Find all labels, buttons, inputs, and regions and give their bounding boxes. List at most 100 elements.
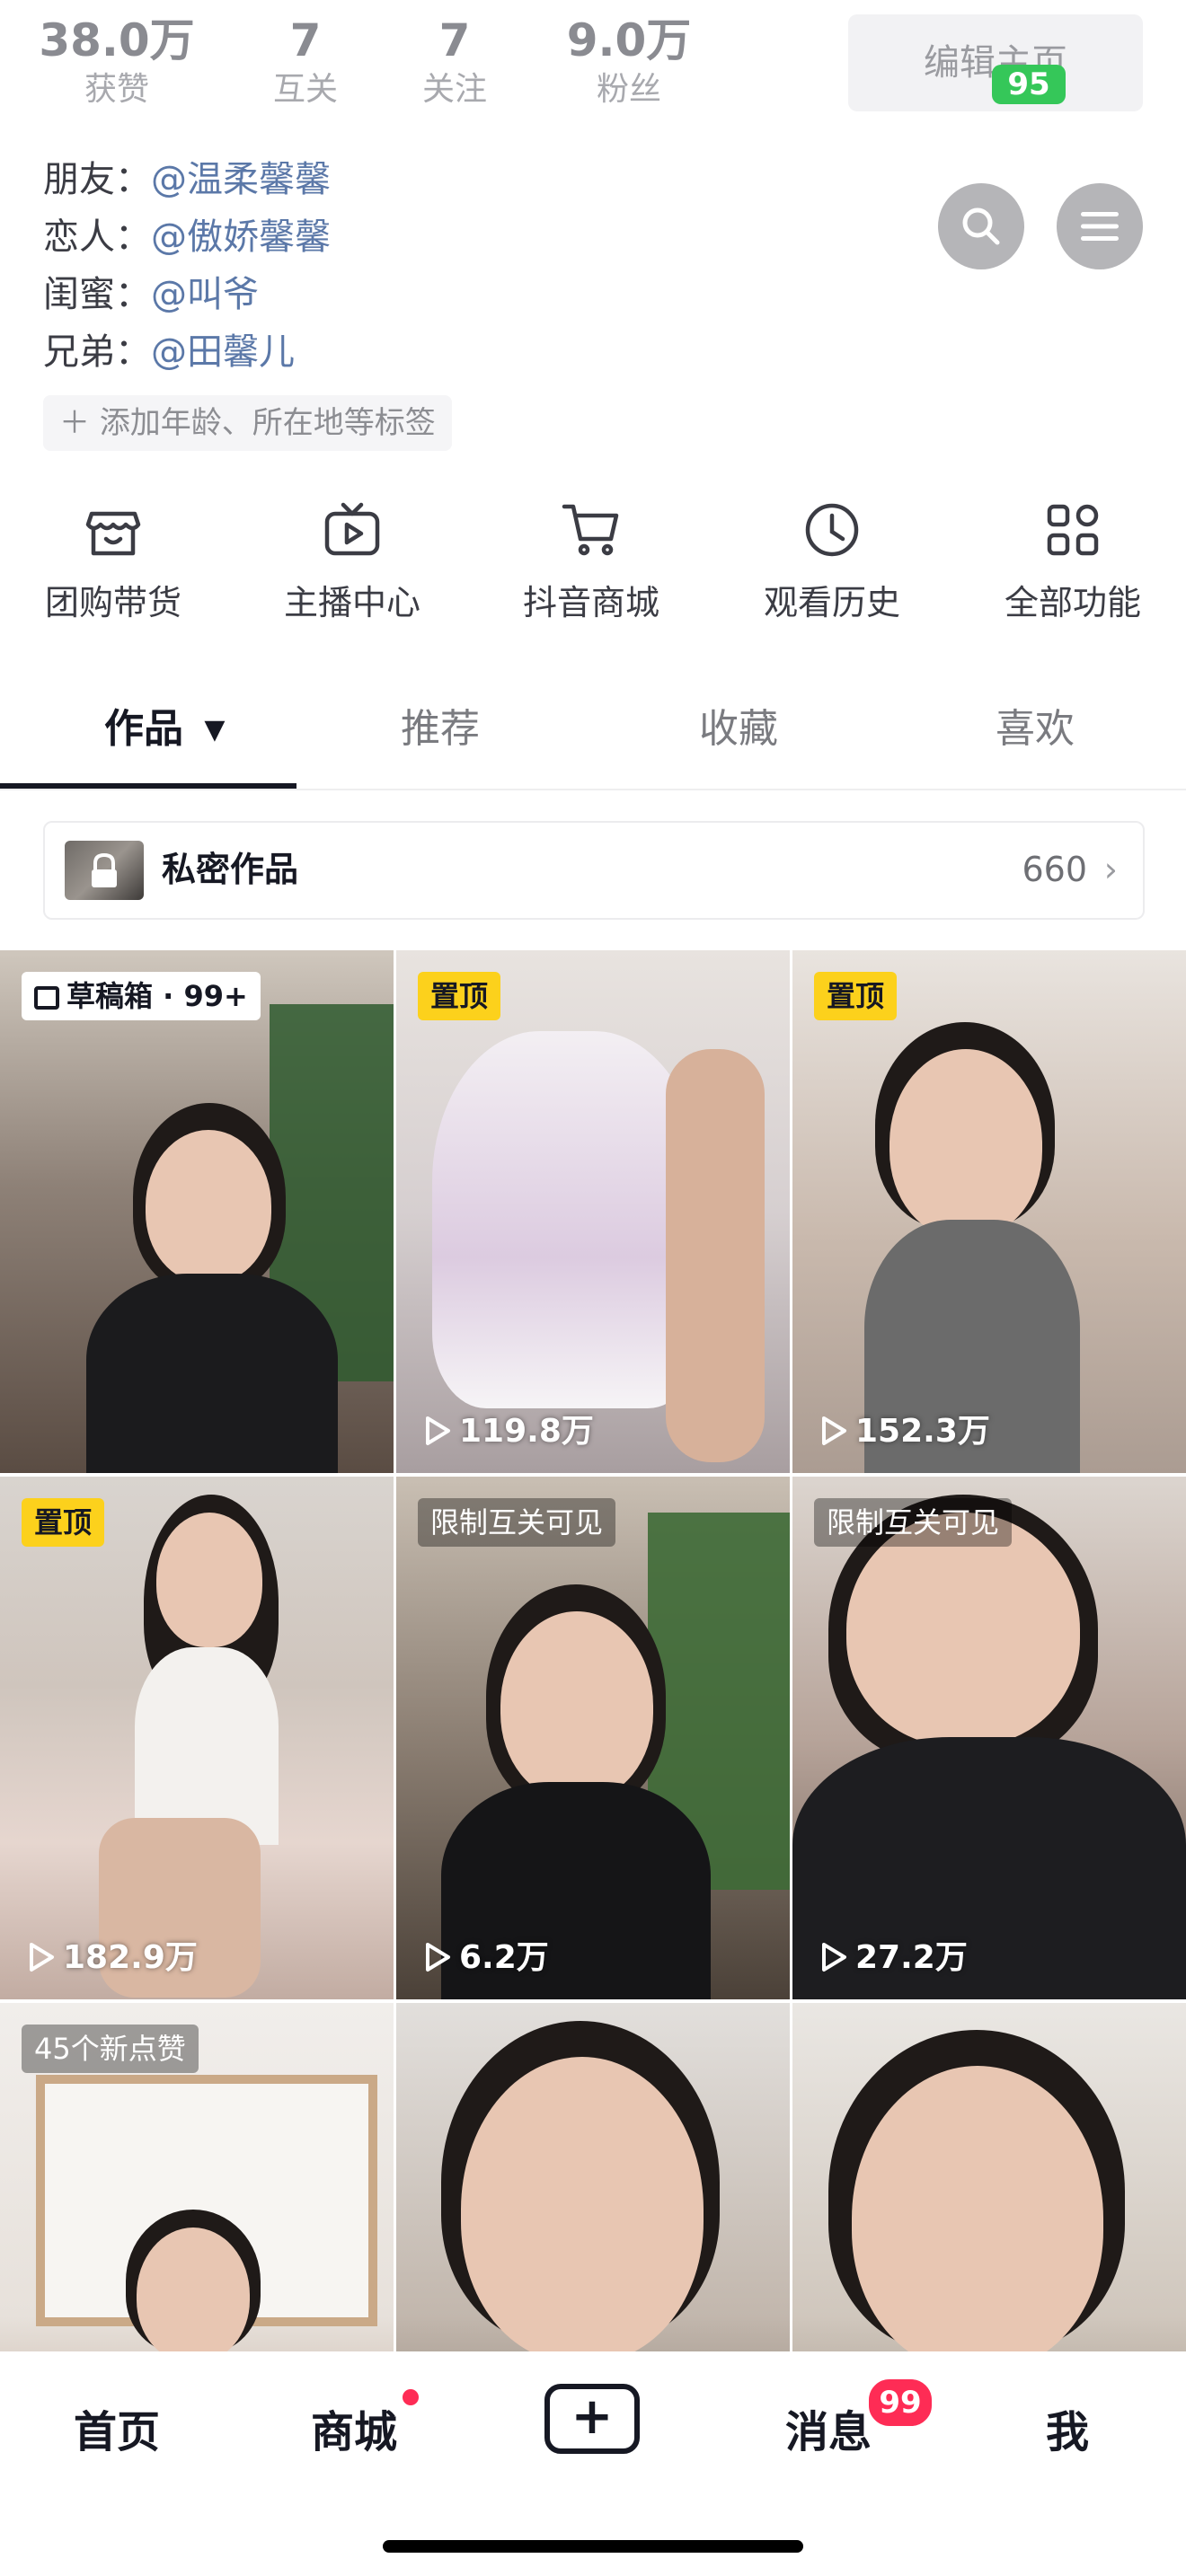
tab-likes[interactable]: 喜欢 [996, 701, 1075, 758]
play-icon [822, 1943, 846, 1972]
nav-home[interactable]: 首页 [74, 2396, 160, 2459]
relation-partner: 恋人：@傲娇馨馨 [43, 212, 331, 262]
play-icon [822, 1416, 846, 1445]
video-cell[interactable]: 置顶 182.9万 [0, 1477, 394, 1999]
relation-role: 恋人： [43, 216, 151, 258]
func-group-buy[interactable]: 团购带货 [23, 499, 203, 624]
thumbnail-face [846, 1513, 1080, 1746]
nav-mall[interactable]: 商城 [311, 2396, 397, 2459]
pinned-badge: 置顶 [814, 972, 898, 1020]
thumbnail-face [890, 1049, 1042, 1238]
func-label: 抖音商城 [522, 583, 659, 622]
video-cell[interactable]: 置顶 152.3万 [792, 950, 1186, 1473]
relation-role: 兄弟： [43, 331, 151, 373]
nav-messages[interactable]: 消息 [785, 2396, 872, 2459]
hamburger-icon [1081, 212, 1119, 241]
play-count-value: 6.2万 [459, 1939, 549, 1976]
relation-link[interactable]: @叫爷 [151, 274, 259, 315]
play-count: 6.2万 [423, 1936, 549, 1980]
thumbnail-face [156, 1513, 262, 1647]
thumbnail-face [137, 2228, 250, 2362]
pinned-badge: 置顶 [22, 1498, 105, 1547]
relation-link[interactable]: @田馨儿 [151, 331, 295, 373]
create-button[interactable]: + [544, 2384, 640, 2454]
home-indicator [383, 2540, 803, 2553]
tab-favorites[interactable]: 收藏 [699, 701, 778, 758]
nav-me[interactable]: 我 [1046, 2396, 1089, 2459]
play-count-value: 119.8万 [459, 1413, 594, 1450]
stat-mutual-label: 互关 [272, 71, 338, 108]
stat-following-label: 关注 [421, 71, 487, 108]
relation-link[interactable]: @傲娇馨馨 [151, 216, 331, 258]
stat-followers[interactable]: 9.0万 粉丝 [548, 13, 710, 111]
play-icon [426, 1416, 450, 1445]
relation-bestie: 闺蜜：@叫爷 [43, 269, 259, 320]
tab-works[interactable]: 作品 ▼ [104, 701, 225, 759]
stat-likes[interactable]: 38.0万 获赞 [36, 13, 198, 111]
store-icon [85, 511, 141, 556]
search-icon [962, 207, 1000, 245]
search-button[interactable] [938, 183, 1024, 269]
menu-button[interactable] [1057, 183, 1143, 269]
play-count: 182.9万 [27, 1936, 198, 1980]
thumbnail-dress [432, 1031, 702, 1408]
stat-followers-label: 粉丝 [596, 71, 661, 108]
divider [0, 789, 1186, 790]
func-label: 团购带货 [44, 583, 181, 622]
grid-icon [1047, 504, 1099, 556]
chevron-right-icon: › [1103, 850, 1118, 889]
func-label: 主播中心 [283, 583, 420, 622]
video-cell[interactable]: 置顶 119.8万 [396, 950, 790, 1473]
play-count-value: 27.2万 [855, 1939, 968, 1976]
thumbnail-face [146, 1130, 271, 1283]
video-cell[interactable]: 限制互关可见 27.2万 [792, 1477, 1186, 1999]
func-streamer-center[interactable]: 主播中心 [262, 499, 442, 624]
func-label: 观看历史 [763, 583, 900, 622]
stat-likes-label: 获赞 [84, 71, 149, 108]
func-watch-history[interactable]: 观看历史 [742, 499, 922, 624]
private-works-label: 私密作品 [162, 850, 299, 889]
messages-badge: 99 [866, 2377, 934, 2429]
visibility-badge: 限制互关可见 [418, 1498, 616, 1547]
badge-label: 草稿箱 · 99+ [66, 979, 248, 1013]
relation-role: 朋友： [43, 159, 151, 200]
func-label: 全部功能 [1004, 583, 1141, 622]
caret-down-icon: ▼ [204, 714, 226, 745]
visibility-badge: 限制互关可见 [814, 1498, 1013, 1547]
relation-role: 闺蜜： [43, 274, 151, 315]
relation-link[interactable]: @温柔馨馨 [151, 159, 331, 200]
notification-dot [403, 2389, 419, 2405]
clock-icon [805, 503, 859, 557]
thumbnail-body [86, 1274, 338, 1473]
tv-play-icon [324, 502, 380, 556]
thumbnail-face [461, 2057, 704, 2362]
thumbnail-body [135, 1647, 279, 1845]
lock-icon [92, 852, 117, 887]
func-all-features[interactable]: 全部功能 [983, 499, 1163, 624]
play-icon [30, 1943, 54, 1972]
stat-mutual[interactable]: 7 互关 [252, 13, 359, 111]
add-tags-button[interactable]: ＋ 添加年龄、所在地等标签 [43, 395, 452, 451]
drafts-icon [34, 986, 59, 1010]
plus-icon: ＋ [59, 405, 100, 441]
video-cell[interactable]: 限制互关可见 6.2万 [396, 1477, 790, 1999]
private-works-bar[interactable]: 私密作品 660 › [43, 821, 1145, 920]
thumbnail-face [852, 2066, 1103, 2371]
thumbnail-arm [666, 1049, 765, 1462]
likes-badge: 45个新点赞 [22, 2025, 199, 2073]
private-thumbnail [65, 841, 144, 900]
cart-icon [562, 504, 619, 556]
add-tags-label: 添加年龄、所在地等标签 [99, 405, 436, 441]
stat-followers-value: 9.0万 [566, 14, 692, 66]
play-count: 119.8万 [423, 1410, 594, 1453]
play-count-value: 152.3万 [855, 1413, 990, 1450]
func-douyin-mall[interactable]: 抖音商城 [501, 499, 681, 624]
pinned-badge: 置顶 [418, 972, 501, 1020]
private-works-count: 660 [1022, 850, 1087, 889]
stat-likes-value: 38.0万 [39, 14, 195, 66]
stat-following[interactable]: 7 关注 [401, 13, 509, 111]
video-cell-drafts[interactable]: 草稿箱 · 99+ [0, 950, 394, 1473]
play-count-value: 182.9万 [63, 1939, 198, 1976]
tab-recommend[interactable]: 推荐 [401, 701, 480, 758]
drafts-badge: 草稿箱 · 99+ [22, 972, 261, 1020]
